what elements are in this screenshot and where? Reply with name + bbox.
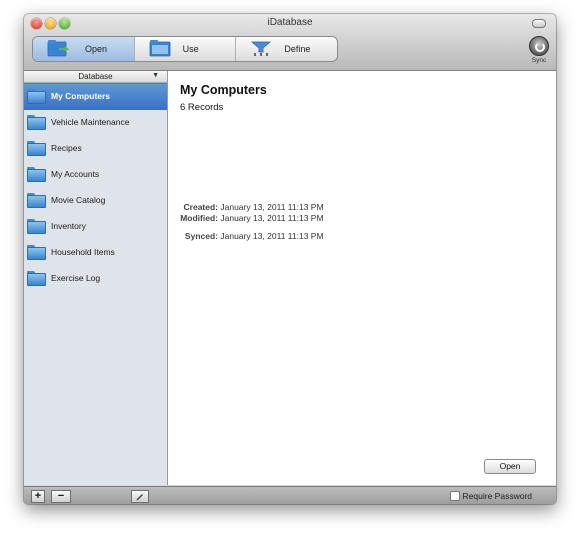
open-folder-icon <box>47 40 69 57</box>
open-database-button[interactable]: Open <box>484 459 536 474</box>
synced-label: Synced: <box>184 231 218 241</box>
sidebar-item[interactable]: Vehicle Maintenance <box>24 110 167 136</box>
sidebar-item-label: Exercise Log <box>51 273 101 283</box>
folder-icon <box>27 115 46 130</box>
database-header[interactable]: Database ▼ <box>24 71 167 83</box>
bottom-bar: + − Require Password <box>24 486 556 504</box>
modified-label: Modified: <box>180 213 218 223</box>
sidebar-item[interactable]: My Computers <box>24 83 167 110</box>
pencil-icon <box>136 494 143 501</box>
database-detail: My Computers 6 Records Created: January … <box>168 71 556 485</box>
title-bar: iDatabase Open Use Define Sync <box>24 14 556 71</box>
app-window: iDatabase Open Use Define Sync Database … <box>24 14 556 504</box>
sidebar-item[interactable]: My Accounts <box>24 162 167 188</box>
toolbar-toggle-button[interactable] <box>532 19 546 28</box>
use-mode-label: Use <box>182 44 199 54</box>
created-value: January 13, 2011 11:13 PM <box>220 202 324 212</box>
sidebar-item[interactable]: Recipes <box>24 136 167 162</box>
sidebar-item[interactable]: Movie Catalog <box>24 188 167 214</box>
add-database-button[interactable]: + <box>31 490 45 503</box>
window-title: iDatabase <box>267 17 313 28</box>
sync-icon <box>529 36 549 56</box>
created-label: Created: <box>183 202 218 212</box>
folder-icon <box>27 141 46 156</box>
chevron-down-icon: ▼ <box>152 72 159 79</box>
modified-row: Modified: January 13, 2011 11:13 PM <box>180 213 324 223</box>
sidebar-item-label: My Computers <box>51 91 111 101</box>
database-sidebar: Database ▼ My Computers Vehicle Maintenan… <box>24 71 168 485</box>
require-password-label: Require Password <box>462 491 532 501</box>
sidebar-item[interactable]: Household Items <box>24 240 167 266</box>
sidebar-item[interactable]: Inventory <box>24 214 167 240</box>
use-mode-button[interactable]: Use <box>133 37 236 61</box>
require-password-checkbox[interactable]: Require Password <box>449 491 532 501</box>
sidebar-item-label: Movie Catalog <box>51 195 106 205</box>
folder-icon <box>27 89 46 104</box>
define-mode-button[interactable]: Define <box>235 37 337 61</box>
created-row: Created: January 13, 2011 11:13 PM <box>180 202 324 212</box>
sidebar-item-label: Inventory <box>51 221 86 231</box>
folder-icon <box>27 245 46 260</box>
folder-icon <box>27 167 46 182</box>
open-mode-label: Open <box>85 44 108 54</box>
record-count: 6 Records <box>180 102 224 113</box>
sync-label: Sync <box>531 57 547 64</box>
open-mode-button[interactable]: Open <box>33 37 134 61</box>
database-list: My Computers Vehicle Maintenance Recipes My… <box>24 83 167 292</box>
define-mode-label: Define <box>284 44 311 54</box>
folder-icon <box>27 193 46 208</box>
checkbox-box[interactable] <box>449 491 460 501</box>
sidebar-item-label: Household Items <box>51 247 115 257</box>
sync-button[interactable]: Sync <box>528 36 550 64</box>
folder-icon <box>149 40 171 57</box>
database-title: My Computers <box>180 83 267 97</box>
database-header-label: Database <box>78 72 113 81</box>
define-funnel-icon <box>251 41 272 56</box>
synced-row: Synced: January 13, 2011 11:13 PM <box>180 231 324 241</box>
folder-icon <box>27 219 46 234</box>
modified-value: January 13, 2011 11:13 PM <box>220 213 324 223</box>
edit-database-button[interactable] <box>131 490 149 503</box>
sidebar-item[interactable]: Exercise Log <box>24 266 167 292</box>
synced-value: January 13, 2011 11:13 PM <box>220 231 324 241</box>
sidebar-item-label: Recipes <box>51 143 82 153</box>
sidebar-item-label: Vehicle Maintenance <box>51 117 130 127</box>
mode-segmented-control: Open Use Define <box>32 36 338 62</box>
remove-database-button[interactable]: − <box>51 490 71 503</box>
folder-icon <box>27 271 46 286</box>
sidebar-item-label: My Accounts <box>51 169 100 179</box>
